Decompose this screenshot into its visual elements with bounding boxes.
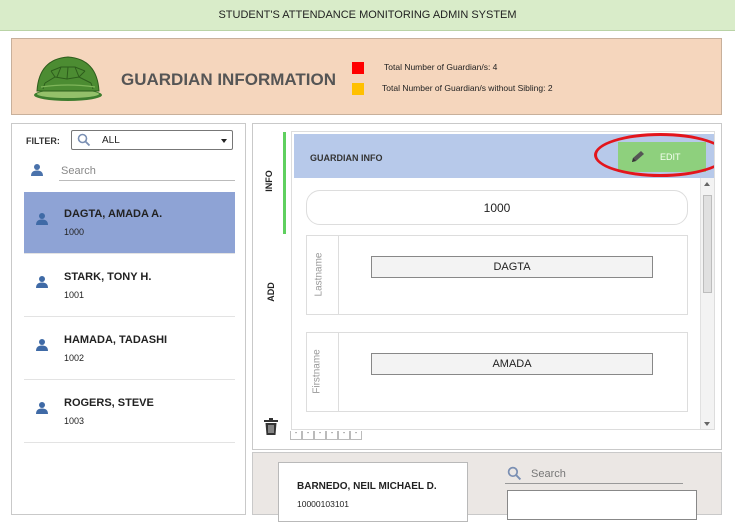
pager-segment[interactable]: - (338, 430, 350, 440)
guardian-id: 1001 (64, 290, 85, 300)
filter-label: FILTER: (26, 136, 60, 146)
record-pager: - - - - - - (290, 430, 362, 441)
edit-highlight-ring (594, 133, 714, 177)
guardian-count-swatch (352, 62, 364, 74)
guardian-id: 1002 (64, 353, 85, 363)
firstname-value: AMADA (492, 358, 532, 370)
guardian-name: DAGTA, AMADA A. (64, 208, 163, 220)
guardian-list-item[interactable]: ROGERS, STEVE 1003 (24, 381, 235, 443)
student-panel: BARNEDO, NEIL MICHAEL D. 10000103101 Sea… (252, 452, 722, 522)
guardian-detail-panel: INFO ADD GUARDIAN INFO EDIT 1000 Lastnam… (252, 123, 722, 450)
chevron-down-icon (221, 139, 227, 143)
detail-scrollbar[interactable] (700, 178, 714, 429)
page-header: GUARDIAN INFORMATION Total Number of Gua… (11, 38, 722, 115)
trash-icon[interactable] (263, 418, 279, 436)
tab-info[interactable]: INFO (264, 170, 274, 192)
guardian-id-field[interactable]: 1000 (306, 190, 688, 225)
filter-value: ALL (102, 135, 120, 146)
student-name: BARNEDO, NEIL MICHAEL D. (297, 481, 437, 492)
scroll-down-icon[interactable] (704, 422, 710, 426)
guardian-info-card: GUARDIAN INFO EDIT 1000 Lastname DAGTA F… (291, 131, 715, 430)
lastname-field-group: Lastname DAGTA (306, 235, 688, 315)
app-title-bar: STUDENT'S ATTENDANCE MONITORING ADMIN SY… (0, 0, 735, 31)
lastname-label: Lastname (313, 252, 325, 297)
user-icon (31, 164, 43, 176)
section-title: GUARDIAN INFO (310, 153, 383, 163)
scroll-up-icon[interactable] (704, 182, 710, 186)
guardian-id: 1003 (64, 416, 85, 426)
guardian-id-value: 1000 (483, 200, 511, 215)
search-icon (77, 133, 91, 147)
guardian-name: STARK, TONY H. (64, 271, 152, 283)
student-search-placeholder: Search (531, 468, 566, 480)
student-id: 10000103101 (297, 499, 350, 509)
lastname-value: DAGTA (493, 261, 531, 273)
app-title: STUDENT'S ATTENDANCE MONITORING ADMIN SY… (218, 9, 517, 21)
student-search-input[interactable]: Search (505, 464, 683, 484)
guardian-name: HAMADA, TADASHI (64, 334, 168, 346)
firstname-field-group: Firstname AMADA (306, 332, 688, 412)
user-icon (36, 276, 48, 288)
user-icon (36, 339, 48, 351)
student-card[interactable]: BARNEDO, NEIL MICHAEL D. 10000103101 (278, 462, 468, 522)
field-label-column: Lastname (307, 236, 339, 314)
guardian-list-item[interactable]: DAGTA, AMADA A. 1000 (24, 192, 235, 254)
no-sibling-count-label: Total Number of Guardian/s without Sibli… (382, 83, 553, 93)
guardian-name: ROGERS, STEVE (64, 397, 154, 409)
active-tab-indicator (283, 132, 286, 234)
pager-segment[interactable]: - (302, 430, 314, 440)
student-search-results[interactable] (507, 490, 697, 520)
lastname-field[interactable]: DAGTA (371, 256, 653, 278)
pager-segment[interactable]: - (350, 430, 362, 440)
guardian-search-input[interactable]: Search (59, 162, 235, 181)
filter-dropdown[interactable]: ALL (71, 130, 233, 150)
user-icon (36, 402, 48, 414)
guardian-list: DAGTA, AMADA A. 1000 STARK, TONY H. 1001… (24, 192, 235, 444)
firstname-label: Firstname (311, 349, 323, 394)
search-icon (507, 466, 522, 481)
field-label-column: Firstname (307, 333, 339, 411)
guardian-list-item[interactable]: STARK, TONY H. 1001 (24, 255, 235, 317)
guardian-list-panel: FILTER: ALL Search DAGTA, AMADA A. 1000 … (11, 123, 246, 515)
scroll-thumb[interactable] (703, 195, 712, 293)
guardian-list-item[interactable]: HAMADA, TADASHI 1002 (24, 318, 235, 380)
no-sibling-count-swatch (352, 83, 364, 95)
turtle-shell-icon (34, 56, 102, 101)
pager-segment[interactable]: - (326, 430, 338, 440)
page-title: GUARDIAN INFORMATION (121, 70, 336, 89)
guardian-search-placeholder: Search (61, 165, 96, 177)
guardian-id: 1000 (64, 227, 85, 237)
pager-segment[interactable]: - (314, 430, 326, 440)
guardian-count-label: Total Number of Guardian/s: 4 (384, 62, 498, 72)
firstname-field[interactable]: AMADA (371, 353, 653, 375)
pager-segment[interactable]: - (290, 430, 302, 440)
user-icon (36, 213, 48, 225)
tab-add[interactable]: ADD (266, 282, 276, 302)
